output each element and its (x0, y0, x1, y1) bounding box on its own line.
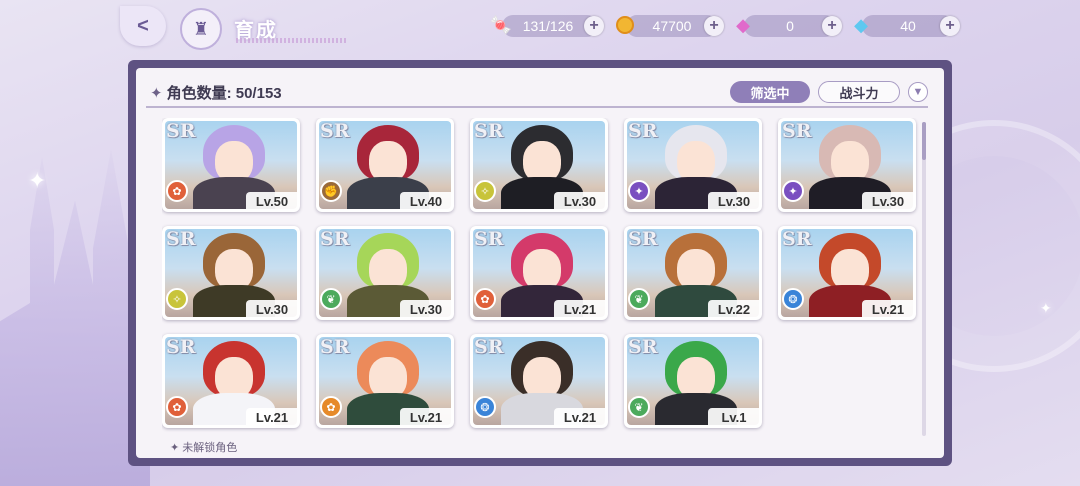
level-label: Lv.22 (708, 300, 760, 318)
header-divider (146, 106, 928, 108)
rarity-badge: SR (474, 336, 504, 358)
character-card[interactable]: SR ✦ Lv.30 (778, 118, 916, 212)
rarity-badge: SR (474, 228, 504, 250)
pink-diamond-icon: ◆ (736, 14, 750, 35)
character-grid: SR ✿ Lv.50 SR ✊ Lv.40 SR ✧ Lv.30 SR ✦ Lv.30 SR ✦ Lv.30… (162, 118, 920, 436)
chevron-down-icon: ▼ (912, 86, 924, 98)
fire-element-icon: ✿ (474, 288, 496, 310)
gold-value: 47700 (652, 18, 692, 34)
rarity-badge: SR (782, 228, 812, 250)
rarity-badge: SR (320, 120, 350, 142)
locked-section-label: ✦ 未解锁角色 (170, 439, 237, 455)
character-card[interactable]: SR ❦ Lv.30 (316, 226, 454, 320)
character-card[interactable]: SR ✧ Lv.30 (162, 226, 300, 320)
roster-panel-body: ✦ 角色数量: 50/153 筛选中 战斗力 ▼ SR ✿ Lv.50 SR ✊ Lv.40… (136, 68, 944, 458)
resource-blue-gem: ◆ 40 + (854, 15, 960, 37)
fire-element-icon: ✿ (320, 396, 342, 418)
nature-element-icon: ❦ (628, 288, 650, 310)
character-card[interactable]: SR ✿ Lv.21 (470, 226, 608, 320)
character-card[interactable]: SR ✊ Lv.40 (316, 118, 454, 212)
character-card[interactable]: SR ❦ Lv.22 (624, 226, 762, 320)
character-count-value: 50/153 (235, 85, 282, 102)
add-stamina-button[interactable]: + (584, 16, 604, 36)
level-label: Lv.30 (862, 192, 914, 210)
rarity-badge: SR (782, 120, 812, 142)
water-element-icon: ❂ (474, 396, 496, 418)
add-pink-gem-button[interactable]: + (822, 16, 842, 36)
fire-element-icon: ✿ (166, 396, 188, 418)
fire-element-icon: ✿ (166, 180, 188, 202)
resource-stamina: 🍬 131/126 + (490, 15, 604, 37)
blue-gem-value: 40 (900, 18, 916, 34)
add-blue-gem-button[interactable]: + (940, 16, 960, 36)
level-label: Lv.40 (400, 192, 452, 210)
level-label: Lv.21 (246, 408, 298, 426)
sparkle-bullet-icon: ✦ (150, 85, 163, 102)
sort-order-toggle[interactable]: ▼ (908, 82, 928, 102)
pink-gem-value: 0 (786, 18, 794, 34)
scrollbar[interactable] (922, 122, 926, 436)
earth-element-icon: ✊ (320, 180, 342, 202)
rarity-badge: SR (628, 120, 658, 142)
character-count-label: 角色数量: (166, 85, 232, 102)
nature-element-icon: ❦ (628, 396, 650, 418)
level-label: Lv.21 (862, 300, 914, 318)
character-card[interactable]: SR ✿ Lv.50 (162, 118, 300, 212)
dark-element-icon: ✦ (628, 180, 650, 202)
roster-panel: ✦ 角色数量: 50/153 筛选中 战斗力 ▼ SR ✿ Lv.50 SR ✊ Lv.40… (128, 60, 952, 466)
back-button[interactable]: < (120, 6, 166, 46)
stamina-value: 131/126 (522, 18, 574, 34)
character-card[interactable]: SR ✿ Lv.21 (162, 334, 300, 428)
rarity-badge: SR (320, 336, 350, 358)
rarity-badge: SR (166, 120, 196, 142)
filter-button[interactable]: 筛选中 (730, 81, 810, 103)
rarity-badge: SR (320, 228, 350, 250)
character-card[interactable]: SR ✿ Lv.21 (316, 334, 454, 428)
level-label: Lv.21 (554, 408, 606, 426)
sparkle-icon: ✦ (28, 168, 47, 193)
water-element-icon: ❂ (782, 288, 804, 310)
add-gold-button[interactable]: + (704, 16, 724, 36)
level-label: Lv.1 (708, 408, 760, 426)
sort-button[interactable]: 战斗力 (818, 81, 900, 103)
rarity-badge: SR (474, 120, 504, 142)
character-card[interactable]: SR ❦ Lv.1 (624, 334, 762, 428)
castle-icon: ♜ (192, 18, 210, 39)
rarity-badge: SR (166, 336, 196, 358)
scrollbar-thumb[interactable] (922, 122, 926, 160)
level-label: Lv.30 (400, 300, 452, 318)
nature-element-icon: ❦ (320, 288, 342, 310)
level-label: Lv.30 (708, 192, 760, 210)
character-card[interactable]: SR ✦ Lv.30 (624, 118, 762, 212)
character-card[interactable]: SR ❂ Lv.21 (470, 334, 608, 428)
resource-pink-gem: ◆ 0 + (736, 15, 842, 37)
sparkle-bullet-icon: ✦ (170, 442, 183, 454)
title-decoration (236, 38, 348, 43)
character-count: ✦ 角色数量: 50/153 (150, 82, 282, 103)
locked-section-text: 未解锁角色 (182, 442, 238, 454)
character-card[interactable]: SR ❂ Lv.21 (778, 226, 916, 320)
level-label: Lv.50 (246, 192, 298, 210)
dark-element-icon: ✦ (782, 180, 804, 202)
level-label: Lv.30 (554, 192, 606, 210)
back-arrow-icon: < (137, 14, 149, 37)
level-label: Lv.21 (400, 408, 452, 426)
coin-icon (612, 12, 638, 38)
rarity-badge: SR (628, 228, 658, 250)
sparkle-icon: ✦ (1040, 300, 1052, 316)
character-card[interactable]: SR ✧ Lv.30 (470, 118, 608, 212)
wind-element-icon: ✧ (166, 288, 188, 310)
rarity-badge: SR (628, 336, 658, 358)
rarity-badge: SR (166, 228, 196, 250)
resource-gold: 47700 + (616, 15, 724, 37)
blue-diamond-icon: ◆ (854, 14, 868, 35)
home-button[interactable]: ♜ (180, 8, 222, 50)
candy-icon: 🍬 (489, 14, 513, 35)
wind-element-icon: ✧ (474, 180, 496, 202)
level-label: Lv.21 (554, 300, 606, 318)
level-label: Lv.30 (246, 300, 298, 318)
